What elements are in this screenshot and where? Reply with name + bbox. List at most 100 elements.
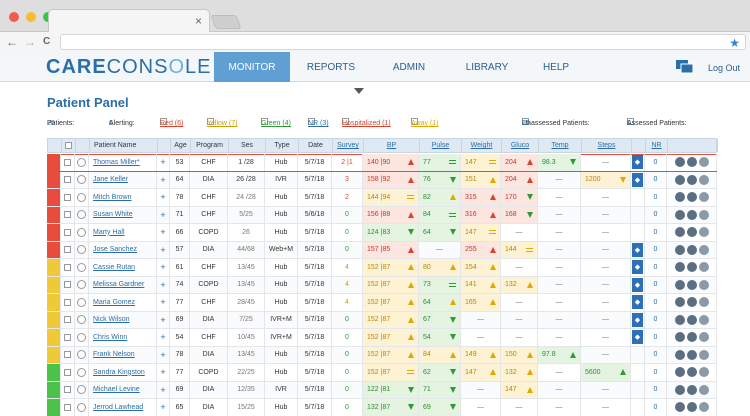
settings-icon[interactable] bbox=[698, 209, 709, 220]
row-radio[interactable] bbox=[77, 210, 86, 220]
table-row[interactable]: Marty Hall +66 COPD 26 Hub 5/7/18 0 124 |83 64 14… bbox=[47, 224, 717, 242]
settings-icon[interactable] bbox=[698, 262, 709, 273]
header-nrv[interactable]: NR bbox=[646, 139, 668, 152]
address-bar[interactable]: ★ bbox=[60, 34, 746, 50]
edit-icon[interactable] bbox=[674, 332, 685, 343]
patient-name-link[interactable]: Thomas Miller* bbox=[89, 154, 157, 171]
add-icon[interactable]: + bbox=[160, 245, 165, 255]
add-icon[interactable]: + bbox=[160, 210, 165, 220]
nav-help[interactable]: HELP bbox=[530, 52, 582, 82]
settings-icon[interactable] bbox=[698, 157, 709, 168]
edit-icon[interactable] bbox=[674, 174, 685, 185]
row-checkbox[interactable] bbox=[64, 263, 71, 271]
add-icon[interactable]: + bbox=[160, 262, 165, 272]
edit-icon[interactable] bbox=[674, 192, 685, 203]
table-row[interactable]: Jose Sanchez +57 DIA 44/68 Web+M 5/7/18 0 157 |… bbox=[47, 241, 717, 259]
edit-icon[interactable] bbox=[674, 384, 685, 395]
row-checkbox[interactable] bbox=[64, 158, 71, 166]
info-icon[interactable] bbox=[686, 384, 697, 395]
nav-library[interactable]: LIBRARY bbox=[452, 52, 522, 82]
info-icon[interactable] bbox=[686, 157, 697, 168]
table-row[interactable]: Cassie Rutan +61 CHF 13/45 Hub 5/7/18 4 152 |87… bbox=[47, 259, 717, 277]
table-row[interactable]: Maria Gomez +77 CHF 28/45 Hub 5/7/18 4 152 |87 6… bbox=[47, 294, 717, 312]
header-weight[interactable]: Weight bbox=[462, 139, 502, 152]
table-row[interactable]: Chris Winn +54 CHF 10/45 IVR+M 5/7/18 0 152 |87… bbox=[47, 329, 717, 347]
add-icon[interactable]: + bbox=[160, 367, 165, 377]
header-survey[interactable]: Survey bbox=[333, 139, 364, 152]
row-checkbox[interactable] bbox=[64, 211, 71, 219]
nr-flag-icon[interactable]: ◆ bbox=[632, 260, 643, 275]
info-icon[interactable] bbox=[686, 349, 697, 360]
edit-icon[interactable] bbox=[674, 314, 685, 325]
row-radio[interactable] bbox=[77, 350, 86, 360]
info-icon[interactable] bbox=[686, 297, 697, 308]
patient-name-link[interactable]: Melissa Gardner bbox=[89, 276, 157, 293]
info-icon[interactable] bbox=[686, 174, 697, 185]
info-icon[interactable] bbox=[686, 209, 697, 220]
row-checkbox[interactable] bbox=[64, 386, 71, 394]
row-radio[interactable] bbox=[77, 280, 86, 290]
reload-icon[interactable]: C bbox=[43, 35, 50, 49]
settings-icon[interactable] bbox=[698, 244, 709, 255]
row-radio[interactable] bbox=[77, 157, 86, 167]
row-checkbox[interactable] bbox=[64, 228, 71, 236]
patient-name-link[interactable]: Sandra Kingston bbox=[89, 364, 157, 381]
new-tab-button[interactable] bbox=[210, 15, 242, 29]
row-radio[interactable] bbox=[77, 332, 86, 342]
settings-icon[interactable] bbox=[698, 192, 709, 203]
edit-icon[interactable] bbox=[674, 209, 685, 220]
nr-flag-icon[interactable]: ◆ bbox=[632, 330, 643, 345]
table-row[interactable]: Frank Nelson +78 DIA 13/45 Hub 5/7/18 0 152 |87… bbox=[47, 346, 717, 364]
logout-link[interactable]: Log Out bbox=[708, 63, 740, 73]
row-checkbox[interactable] bbox=[64, 316, 71, 324]
patient-name-link[interactable]: Chris Winn bbox=[89, 329, 157, 346]
edit-icon[interactable] bbox=[674, 349, 685, 360]
patient-name-link[interactable]: Jerrod Lawhead bbox=[89, 399, 157, 416]
chat-icon[interactable] bbox=[676, 60, 694, 74]
settings-icon[interactable] bbox=[698, 349, 709, 360]
close-window-button[interactable] bbox=[9, 12, 19, 22]
row-radio[interactable] bbox=[77, 262, 86, 272]
add-icon[interactable]: + bbox=[160, 192, 165, 202]
forward-icon[interactable]: → bbox=[24, 35, 36, 49]
settings-icon[interactable] bbox=[698, 174, 709, 185]
patient-name-link[interactable]: Cassie Rutan bbox=[89, 259, 157, 276]
header-pulse[interactable]: Pulse bbox=[420, 139, 462, 152]
nr-flag-icon[interactable]: ◆ bbox=[632, 277, 643, 292]
info-icon[interactable] bbox=[686, 367, 697, 378]
header-bp[interactable]: BP bbox=[364, 139, 420, 152]
back-icon[interactable]: ← bbox=[6, 35, 18, 49]
settings-icon[interactable] bbox=[698, 279, 709, 290]
info-icon[interactable] bbox=[686, 227, 697, 238]
settings-icon[interactable] bbox=[698, 384, 709, 395]
add-icon[interactable]: + bbox=[160, 315, 165, 325]
row-checkbox[interactable] bbox=[64, 298, 71, 306]
row-radio[interactable] bbox=[77, 245, 86, 255]
patient-name-link[interactable]: Mitch Brown bbox=[89, 189, 157, 206]
add-icon[interactable]: + bbox=[160, 402, 165, 412]
nr-flag-icon[interactable]: ◆ bbox=[632, 155, 643, 170]
info-icon[interactable] bbox=[686, 262, 697, 273]
table-row[interactable]: Melissa Gardner +74 COPD 13/45 Hub 5/7/18 4 152… bbox=[47, 276, 717, 294]
row-radio[interactable] bbox=[77, 402, 86, 412]
patient-name-link[interactable]: Jane Keller bbox=[89, 171, 157, 188]
row-radio[interactable] bbox=[77, 175, 86, 185]
nr-flag-icon[interactable]: ◆ bbox=[632, 172, 643, 187]
row-radio[interactable] bbox=[77, 367, 86, 377]
row-checkbox[interactable] bbox=[64, 403, 71, 411]
row-checkbox[interactable] bbox=[64, 281, 71, 289]
edit-icon[interactable] bbox=[674, 367, 685, 378]
collapse-caret-icon[interactable] bbox=[354, 88, 364, 94]
edit-icon[interactable] bbox=[674, 297, 685, 308]
info-icon[interactable] bbox=[686, 244, 697, 255]
nr-flag-icon[interactable]: ◆ bbox=[632, 312, 643, 327]
table-row[interactable]: Mitch Brown +78 CHF 24 /28 Hub 5/7/18 2 144 |94… bbox=[47, 189, 717, 207]
row-checkbox[interactable] bbox=[64, 176, 71, 184]
select-all-checkbox[interactable] bbox=[65, 142, 72, 149]
header-steps[interactable]: Steps bbox=[582, 139, 632, 152]
settings-icon[interactable] bbox=[698, 314, 709, 325]
edit-icon[interactable] bbox=[674, 262, 685, 273]
row-checkbox[interactable] bbox=[64, 351, 71, 359]
patient-name-link[interactable]: Marty Hall bbox=[89, 224, 157, 241]
close-tab-icon[interactable]: × bbox=[195, 14, 202, 28]
